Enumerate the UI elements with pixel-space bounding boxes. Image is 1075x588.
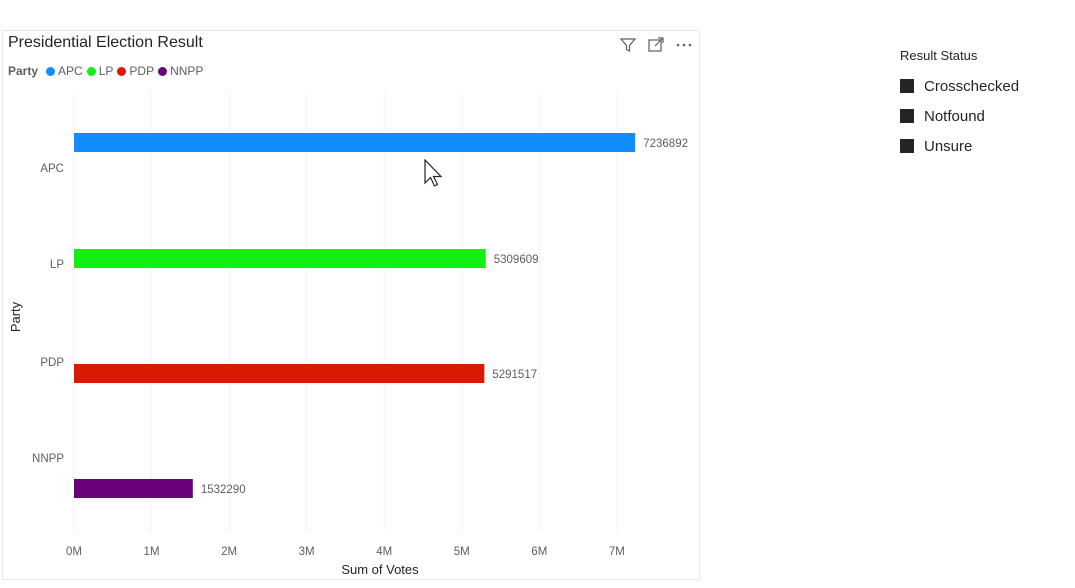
bar-chart-visual[interactable]: Presidential Election Result Party APC L… xyxy=(2,30,700,580)
y-category-label: APC xyxy=(40,163,64,175)
mouse-pointer-icon xyxy=(424,159,443,187)
slicer-item-label: Unsure xyxy=(924,137,973,155)
checkbox[interactable] xyxy=(900,79,914,93)
y-category-label: PDP xyxy=(40,357,64,369)
slicer-item-unsure[interactable]: Unsure xyxy=(900,131,1019,161)
slicer-item-label: Notfound xyxy=(924,107,985,125)
y-category-label: NNPP xyxy=(32,453,64,465)
bar-nnpp[interactable] xyxy=(74,479,193,498)
bar-pdp[interactable] xyxy=(74,364,485,383)
x-tick-label: 2M xyxy=(221,546,237,558)
slicer-item-notfound[interactable]: Notfound xyxy=(900,101,1019,131)
y-category-label: LP xyxy=(50,259,64,271)
slicer-item-label: Crosschecked xyxy=(924,77,1020,95)
plot-area: 0M 1M 2M 3M 4M 5M 6M 7M 7236892 APC 5309609 LP 52915… xyxy=(8,93,688,577)
x-tick-label: 3M xyxy=(299,546,315,558)
x-tick-label: 0M xyxy=(66,546,82,558)
result-status-slicer: Result Status Crosschecked Notfound Unsu… xyxy=(900,48,1019,161)
data-label: 5291517 xyxy=(492,369,537,381)
x-axis-title: Sum of Votes xyxy=(341,562,419,577)
slicer-item-crosschecked[interactable]: Crosschecked xyxy=(900,71,1019,101)
bar-lp[interactable] xyxy=(74,249,486,268)
checkbox[interactable] xyxy=(900,109,914,123)
data-label: 7236892 xyxy=(643,138,688,150)
data-label: 1532290 xyxy=(201,484,246,496)
x-tick-label: 7M xyxy=(609,546,625,558)
x-tick-label: 4M xyxy=(376,546,392,558)
y-axis-title: Party xyxy=(8,301,23,332)
x-tick-label: 5M xyxy=(454,546,470,558)
bar-apc[interactable] xyxy=(74,133,636,152)
checkbox[interactable] xyxy=(900,139,914,153)
x-tick-label: 6M xyxy=(531,546,547,558)
slicer-title: Result Status xyxy=(900,48,978,63)
data-label: 5309609 xyxy=(494,254,539,266)
x-tick-label: 1M xyxy=(144,546,160,558)
